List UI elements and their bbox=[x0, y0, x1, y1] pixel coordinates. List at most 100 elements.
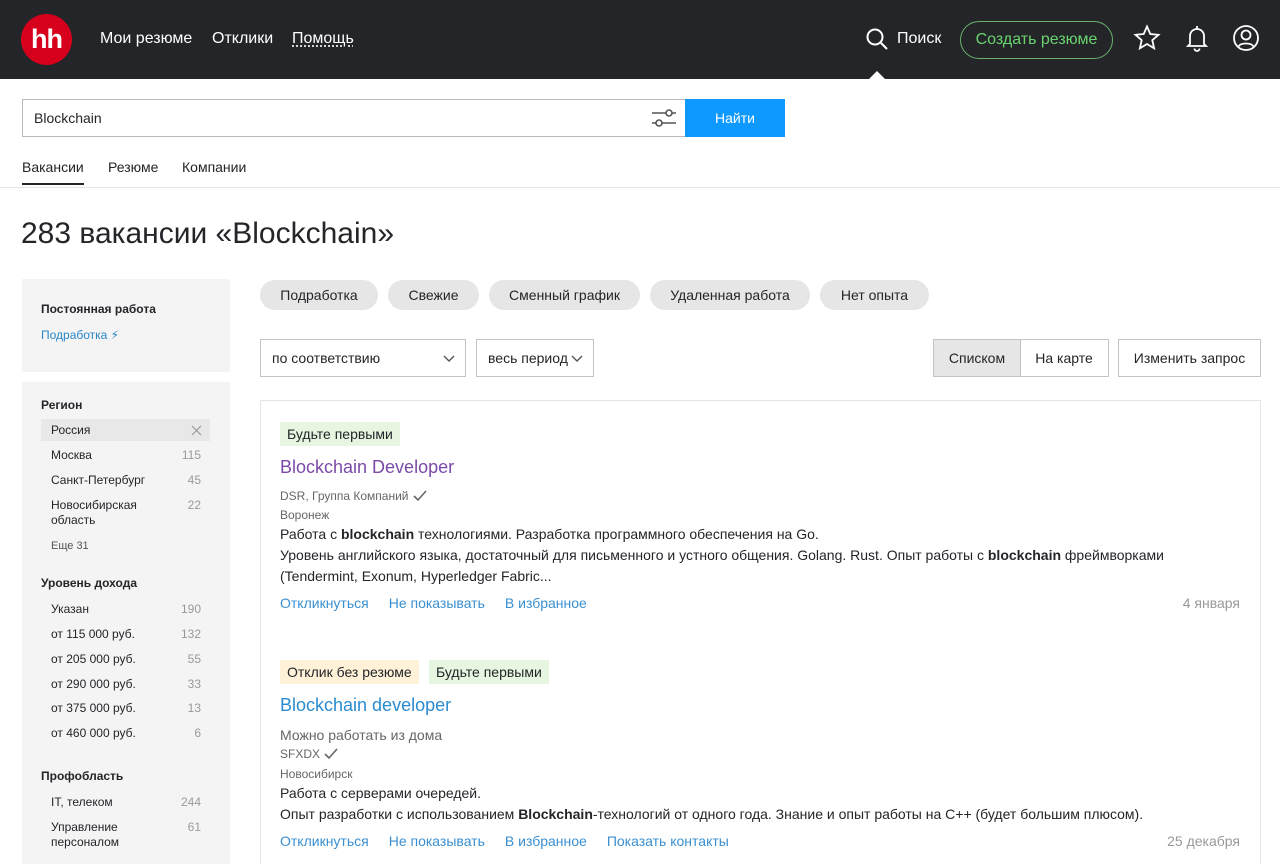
prof-label: IT, телеком bbox=[51, 795, 113, 809]
view-map-button[interactable]: На карте bbox=[1020, 339, 1109, 377]
hh-logo[interactable]: hh bbox=[21, 14, 72, 65]
nav-help[interactable]: Помощь bbox=[292, 30, 354, 48]
search-icon bbox=[866, 28, 888, 50]
region-item-russia[interactable]: Россия bbox=[41, 423, 211, 438]
view-list-button[interactable]: Списком bbox=[933, 339, 1021, 377]
region-item-novosibirsk[interactable]: Новосибирская область 22 bbox=[41, 498, 211, 528]
region-show-more[interactable]: Еще 31 bbox=[51, 540, 89, 552]
description-line: Работа с серверами очередей. bbox=[280, 783, 1240, 804]
income-count: 6 bbox=[194, 726, 201, 740]
find-button[interactable]: Найти bbox=[685, 99, 785, 137]
verified-check-icon bbox=[412, 490, 427, 502]
tab-companies[interactable]: Компании bbox=[182, 159, 246, 175]
page-title: 283 вакансии «Blockchain» bbox=[21, 217, 395, 250]
income-label: от 460 000 руб. bbox=[51, 726, 136, 740]
chip-no-experience[interactable]: Нет опыта bbox=[820, 280, 929, 310]
star-icon[interactable] bbox=[1133, 24, 1161, 52]
user-profile-icon[interactable] bbox=[1232, 24, 1260, 52]
vacancy-date: 4 января bbox=[1182, 595, 1240, 611]
region-label: Санкт-Петербург bbox=[51, 473, 146, 487]
region-count: 115 bbox=[181, 448, 201, 462]
income-label: Указан bbox=[51, 602, 89, 616]
desc-text: Работа с серверами очередей. bbox=[280, 785, 482, 801]
bell-icon[interactable] bbox=[1183, 24, 1211, 52]
vacancy-date: 25 декабря bbox=[1167, 833, 1240, 849]
region-label: Новосибирская область bbox=[51, 498, 137, 527]
nav-responses[interactable]: Отклики bbox=[212, 30, 273, 48]
period-value: весь период bbox=[488, 350, 568, 366]
period-select[interactable]: весь период bbox=[476, 339, 594, 377]
header-search-label: Поиск bbox=[897, 30, 942, 47]
desc-text: Опыт разработки с использованием bbox=[280, 806, 519, 822]
vacancy-title-link[interactable]: Blockchain Developer bbox=[280, 457, 454, 478]
close-icon[interactable] bbox=[191, 425, 202, 436]
active-pointer bbox=[869, 71, 885, 79]
income-item[interactable]: от 115 000 руб. 132 bbox=[41, 627, 211, 642]
income-item[interactable]: от 460 000 руб. 6 bbox=[41, 726, 211, 741]
region-label: Россия bbox=[51, 423, 91, 437]
hide-link[interactable]: Не показывать bbox=[389, 833, 485, 849]
part-time-link[interactable]: Подработка ⚡ bbox=[41, 328, 119, 342]
income-count: 190 bbox=[180, 602, 201, 616]
favorite-link[interactable]: В избранное bbox=[505, 595, 587, 611]
top-header: hh Мои резюме Отклики Помощь Поиск Созда… bbox=[0, 0, 1280, 79]
search-area: Найти Вакансии Резюме Компании bbox=[0, 79, 1280, 188]
employment-title: Постоянная работа bbox=[41, 302, 156, 316]
tab-resumes[interactable]: Резюме bbox=[108, 159, 158, 175]
region-item-moscow[interactable]: Москва 115 bbox=[41, 448, 211, 463]
company-label: DSR, Группа Компаний bbox=[280, 489, 409, 503]
income-title: Уровень дохода bbox=[41, 576, 138, 590]
change-query-button[interactable]: Изменить запрос bbox=[1118, 339, 1261, 377]
company-name[interactable]: DSR, Группа Компаний bbox=[280, 489, 427, 503]
desc-text: Уровень английского языка, достаточный д… bbox=[280, 547, 988, 563]
hide-link[interactable]: Не показывать bbox=[389, 595, 485, 611]
favorite-link[interactable]: В избранное bbox=[505, 833, 587, 849]
badge-be-first: Будьте первыми bbox=[429, 660, 549, 684]
prof-item[interactable]: Управление персоналом 61 bbox=[41, 820, 211, 850]
create-resume-button[interactable]: Создать резюме bbox=[960, 21, 1113, 59]
search-input[interactable] bbox=[22, 99, 686, 137]
desc-text: -технологий от одного года. Знание и опы… bbox=[592, 806, 1144, 822]
company-label: SFXDX bbox=[280, 747, 321, 761]
income-item[interactable]: от 205 000 руб. 55 bbox=[41, 652, 211, 667]
vacancy-city: Воронеж bbox=[280, 508, 330, 522]
vacancy-title-link[interactable]: Blockchain developer bbox=[280, 695, 451, 716]
region-label: Москва bbox=[51, 448, 92, 462]
chip-remote-work[interactable]: Удаленная работа bbox=[650, 280, 810, 310]
description-line: Работа с blockchain технологиями. Разраб… bbox=[280, 524, 1240, 545]
vacancy-description: Работа с серверами очередей. Опыт разраб… bbox=[280, 783, 1240, 825]
chip-part-time[interactable]: Подработка bbox=[260, 280, 378, 310]
income-count: 33 bbox=[187, 677, 201, 691]
chip-shift-schedule[interactable]: Сменный график bbox=[489, 280, 640, 310]
income-count: 132 bbox=[180, 627, 201, 641]
region-item-spb[interactable]: Санкт-Петербург 45 bbox=[41, 473, 211, 488]
badge-no-resume-response: Отклик без резюме bbox=[280, 660, 419, 684]
income-label: от 290 000 руб. bbox=[51, 677, 136, 691]
income-item[interactable]: от 290 000 руб. 33 bbox=[41, 677, 211, 692]
sort-order-value: по соответствию bbox=[272, 350, 381, 366]
prof-item[interactable]: IT, телеком 244 bbox=[41, 795, 211, 810]
company-name[interactable]: SFXDX bbox=[280, 747, 338, 761]
vacancy-actions: Откликнуться Не показывать В избранное bbox=[280, 595, 587, 611]
income-item[interactable]: от 375 000 руб. 13 bbox=[41, 701, 211, 716]
nav-my-resumes[interactable]: Мои резюме bbox=[100, 30, 192, 48]
description-line: Опыт разработки с использованием Blockch… bbox=[280, 804, 1240, 825]
prof-count: 61 bbox=[187, 820, 201, 834]
vacancy-card: Будьте первыми Blockchain Developer DSR,… bbox=[260, 400, 1261, 640]
desc-text: Работа с bbox=[280, 526, 341, 542]
header-search-button[interactable]: Поиск bbox=[865, 27, 941, 51]
remote-work-note: Можно работать из дома bbox=[280, 727, 443, 743]
respond-link[interactable]: Откликнуться bbox=[280, 595, 369, 611]
desc-highlight: blockchain bbox=[987, 547, 1062, 563]
filter-settings-icon[interactable] bbox=[650, 106, 678, 130]
income-count: 55 bbox=[187, 652, 201, 666]
respond-link[interactable]: Откликнуться bbox=[280, 833, 369, 849]
show-contacts-link[interactable]: Показать контакты bbox=[607, 833, 729, 849]
sort-order-select[interactable]: по соответствию bbox=[260, 339, 466, 377]
income-item[interactable]: Указан 190 bbox=[41, 602, 211, 617]
chip-fresh[interactable]: Свежие bbox=[388, 280, 479, 310]
region-count: 22 bbox=[187, 498, 201, 512]
tab-vacancies[interactable]: Вакансии bbox=[22, 159, 84, 185]
filters-sidebar: Постоянная работа Подработка ⚡ Регион Ро… bbox=[22, 279, 230, 864]
prof-count: 244 bbox=[180, 795, 201, 809]
